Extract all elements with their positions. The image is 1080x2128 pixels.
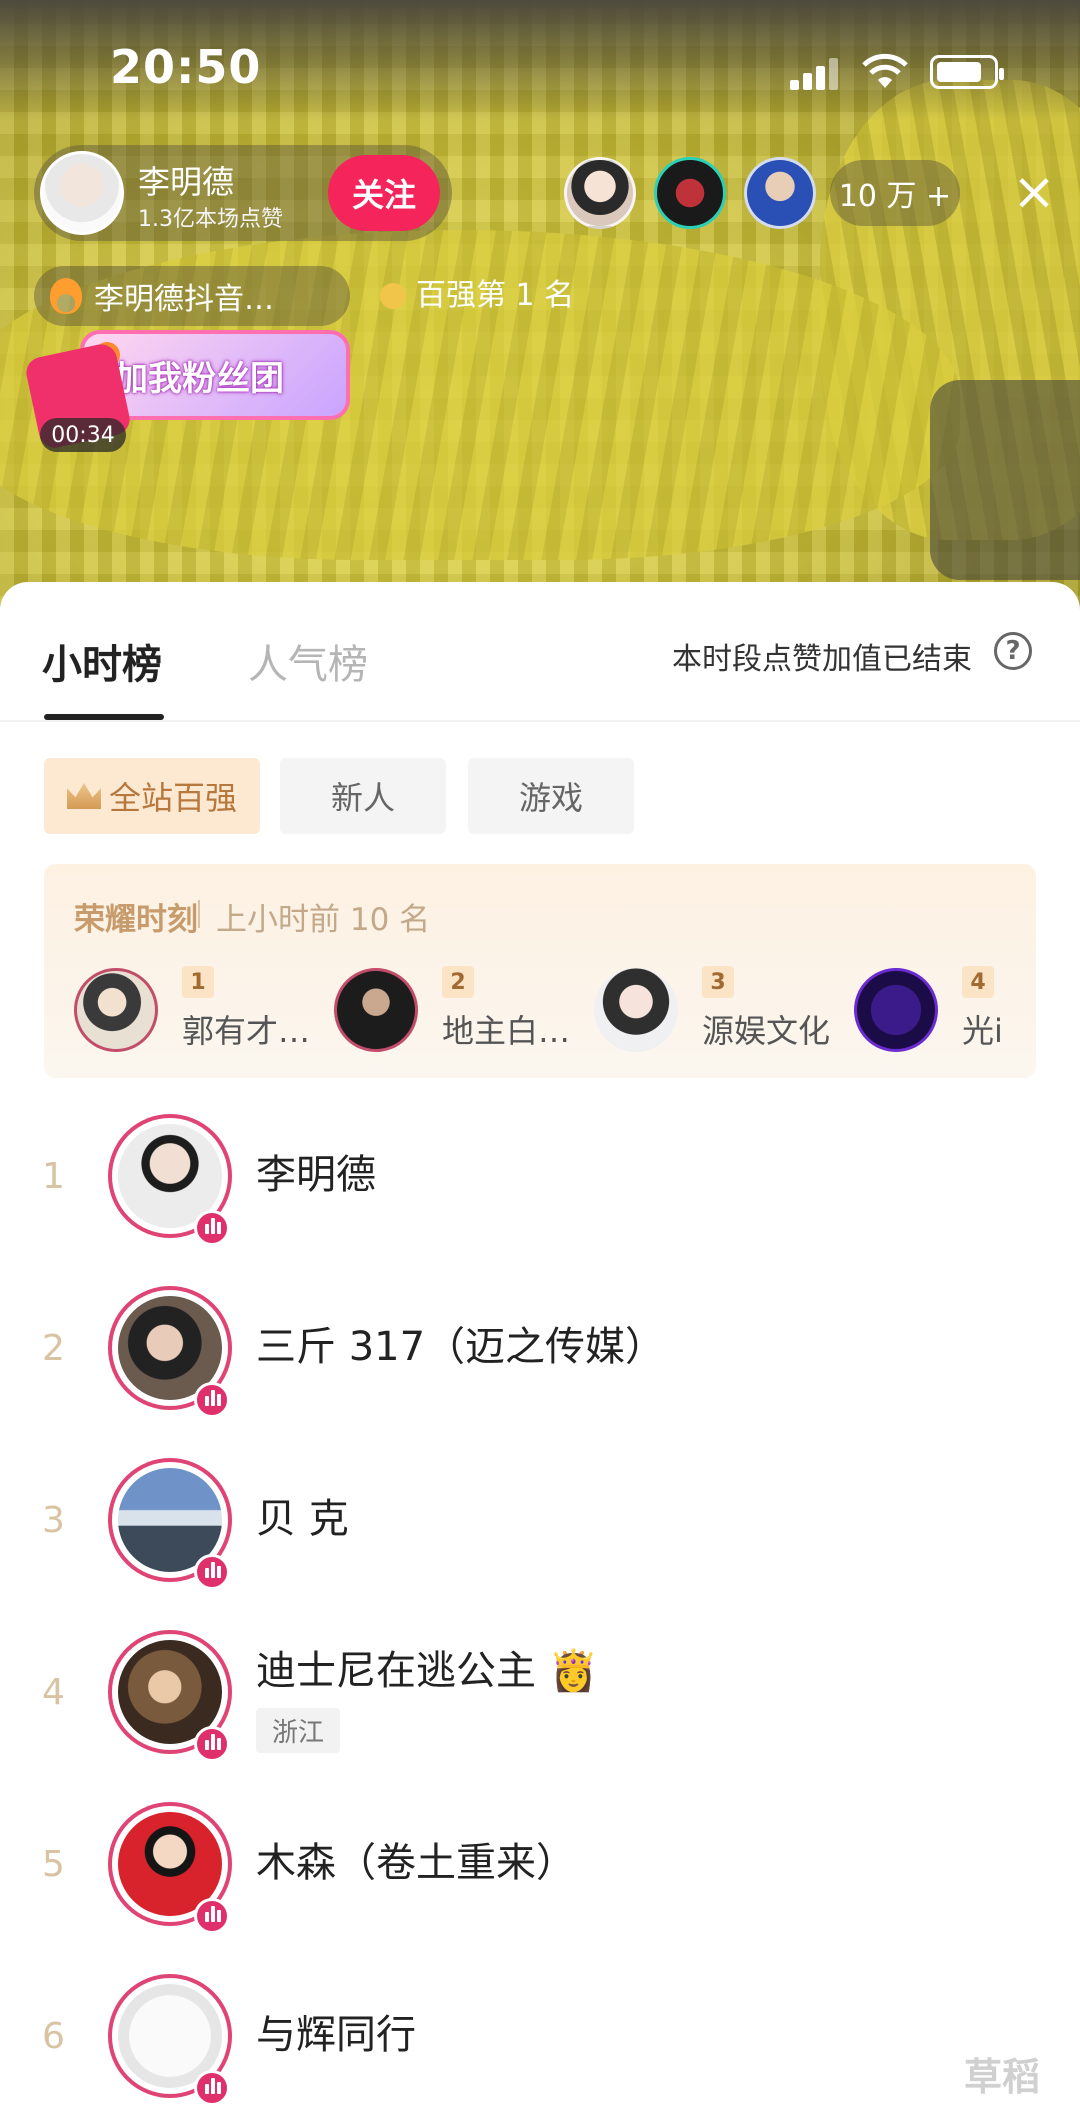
rank-number: 2 (42, 1328, 65, 1369)
fan-club-label: 加我粉丝团 (114, 358, 284, 399)
viewer-avatar[interactable] (564, 157, 636, 229)
avatar (334, 968, 418, 1052)
help-icon[interactable]: ? (994, 632, 1032, 670)
tab-popularity[interactable]: 人气榜 (248, 632, 368, 690)
ranking-panel: 小时榜 人气榜 本时段点赞加值已结束 ? 全站百强 新人 游戏 荣耀时刻 上小时… (0, 582, 1080, 2128)
status-bar: 20:50 (0, 0, 1080, 140)
tab-hourly[interactable]: 小时榜 (42, 632, 162, 690)
wifi-icon (862, 53, 908, 88)
honor-name: 地主白… (442, 1012, 571, 1050)
honor-rank: 2 (442, 966, 474, 998)
chip-all-site-top100[interactable]: 全站百强 (44, 758, 260, 834)
status-time: 20:50 (110, 40, 262, 94)
host-likes: 1.3亿本场点赞 (138, 207, 283, 232)
list-item[interactable]: 4 迪士尼在逃公主 👸 浙江 (0, 1620, 1080, 1790)
viewer-avatar[interactable] (654, 157, 726, 229)
close-icon[interactable]: × (1010, 166, 1058, 218)
viewer-count-button[interactable]: 10 万 + (830, 160, 960, 226)
honor-rank: 3 (702, 966, 734, 998)
active-tab-indicator (44, 714, 164, 720)
list-item[interactable]: 1 李明德 (0, 1104, 1080, 1274)
host-avatar[interactable] (40, 151, 124, 235)
avatar (74, 968, 158, 1052)
streamer-name: 迪士尼在逃公主 👸 (256, 1648, 599, 1694)
avatar (594, 968, 678, 1052)
honor-title: 荣耀时刻 (74, 902, 198, 938)
list-item[interactable]: 5 木森（卷土重来） (0, 1792, 1080, 1962)
live-indicator-icon (194, 1210, 230, 1246)
viewer-avatar[interactable] (744, 157, 816, 229)
host-name: 李明德 (138, 163, 235, 201)
streamer-name: 三斤 317（迈之传媒） (256, 1324, 666, 1370)
location-tag: 浙江 (256, 1708, 341, 1753)
live-indicator-icon (194, 1898, 230, 1934)
rank-label: 百强第 1 名 (416, 278, 575, 313)
live-indicator-icon (194, 2070, 230, 2106)
rank-number: 6 (42, 2016, 65, 2057)
fan-group-bar[interactable]: 李明德抖音… (34, 266, 350, 326)
honor-rank: 1 (182, 966, 214, 998)
live-indicator-icon (194, 1554, 230, 1590)
rank-number: 5 (42, 1844, 65, 1885)
rank-number: 1 (42, 1156, 65, 1197)
rank-number: 4 (42, 1672, 65, 1713)
honor-name: 源娱文化 (702, 1012, 831, 1050)
honor-moment-card[interactable]: 荣耀时刻 上小时前 10 名 1 郭有才… 2 地主白… 3 源娱文化 4 光i (44, 864, 1036, 1078)
honor-subtitle: 上小时前 10 名 (216, 902, 431, 938)
rank-number: 3 (42, 1500, 65, 1541)
cellular-signal-icon (790, 58, 840, 90)
honor-name: 郭有才… (182, 1012, 311, 1050)
list-item[interactable]: 2 三斤 317（迈之传媒） (0, 1276, 1080, 1446)
honor-name: 光i (962, 1012, 1003, 1050)
divider (198, 900, 200, 928)
crown-icon (66, 783, 101, 809)
countdown-timer: 00:34 (40, 418, 126, 452)
live-indicator-icon (194, 1726, 230, 1762)
live-indicator-icon (194, 1382, 230, 1418)
fire-icon (50, 278, 82, 314)
streamer-name: 与辉同行 (256, 2012, 416, 2058)
chip-game[interactable]: 游戏 (468, 758, 634, 834)
chip-newcomer[interactable]: 新人 (280, 758, 446, 834)
rank-icon (380, 283, 406, 309)
honor-rank: 4 (962, 966, 994, 998)
rank-badge[interactable]: 百强第 1 名 (380, 270, 574, 314)
list-item[interactable]: 3 贝 克 (0, 1448, 1080, 1618)
streamer-name: 李明德 (256, 1152, 376, 1198)
avatar (854, 968, 938, 1052)
streamer-name: 木森（卷土重来） (256, 1840, 576, 1886)
battery-icon (930, 55, 1004, 89)
list-item[interactable]: 6 与辉同行 (0, 1964, 1080, 2128)
follow-button[interactable]: 关注 (328, 155, 440, 231)
notice-text: 本时段点赞加值已结束 (672, 642, 972, 677)
shadow-area (930, 380, 1080, 580)
chip-label: 全站百强 (108, 779, 237, 817)
ranking-tabs: 小时榜 人气榜 本时段点赞加值已结束 ? (0, 582, 1080, 722)
fan-group-label: 李明德抖音… (94, 282, 274, 317)
host-capsule[interactable]: 李明德 1.3亿本场点赞 关注 (34, 145, 452, 241)
watermark: 草稻 (964, 2055, 1041, 2099)
streamer-name: 贝 克 (256, 1496, 349, 1542)
